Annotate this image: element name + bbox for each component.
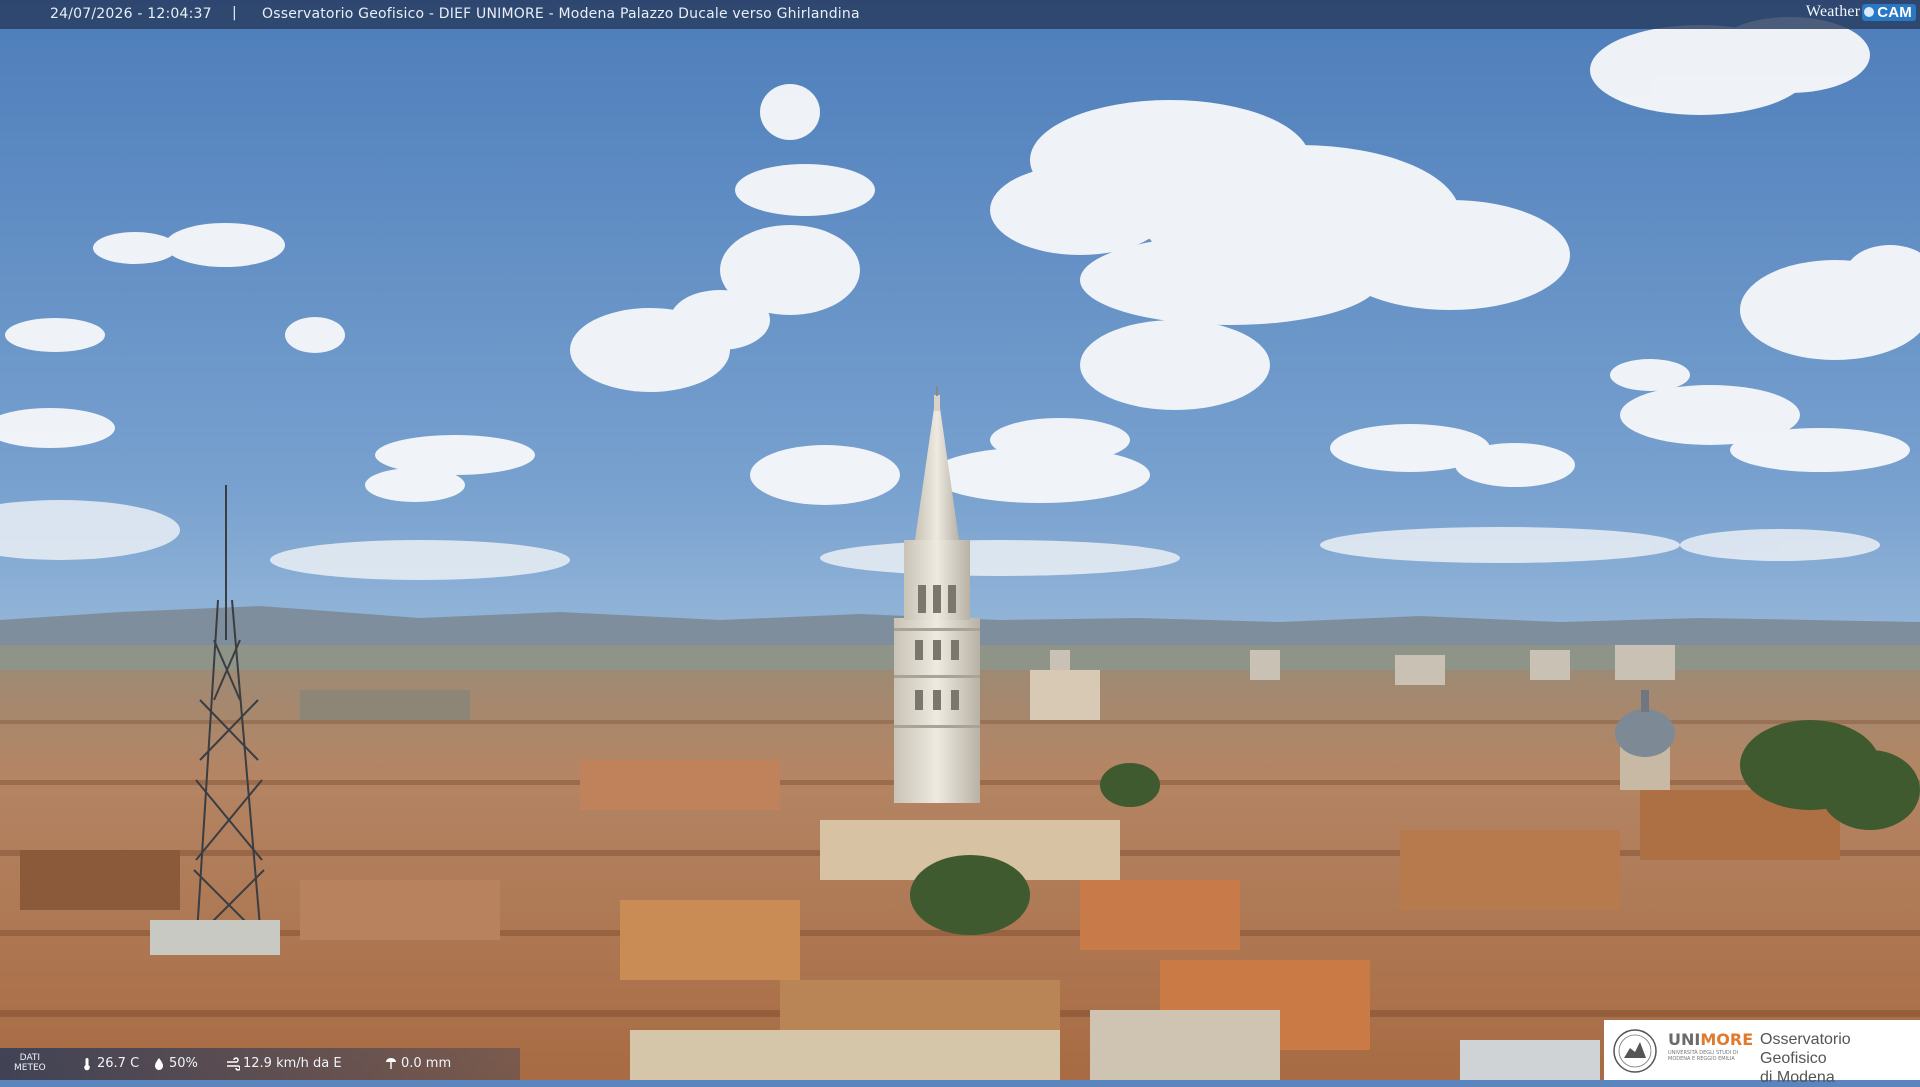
observatory-name-line2: di Modena	[1760, 1069, 1835, 1086]
observatory-name-line1: Osservatorio Geofisico	[1760, 1031, 1851, 1067]
observatory-name: Osservatorio Geofisico di Modena	[1760, 1030, 1920, 1087]
datetime-text: 24/07/2026 - 12:04:37	[50, 6, 212, 22]
unimore-more-text: MORE	[1700, 1030, 1754, 1049]
header-bar: 24/07/2026 - 12:04:37 | Osservatorio Geo…	[0, 0, 1920, 29]
unimore-logo-panel: UNIMORE Università degli studi di Modena…	[1604, 1020, 1920, 1086]
rain-value: 0.0 mm	[401, 1056, 452, 1071]
webcam-scene	[0, 0, 1920, 1080]
meteo-humidity: 50%	[152, 1056, 198, 1071]
droplet-icon	[155, 1057, 163, 1070]
meteo-label: DATI METEO	[14, 1053, 46, 1073]
wind-value: 12.9 km/h da E	[243, 1056, 342, 1071]
antenna-base	[150, 920, 280, 955]
header-separator: |	[232, 5, 237, 21]
camera-title: Osservatorio Geofisico - DIEF UNIMORE - …	[262, 6, 860, 22]
thermometer-icon	[84, 1057, 90, 1070]
unimore-subtitle: Università degli studi di Modena e Reggi…	[1668, 1050, 1739, 1062]
meteo-temperature: 26.7 C	[80, 1056, 139, 1071]
meteo-wind: 12.9 km/h da E	[226, 1056, 342, 1071]
unimore-uni-text: UNI	[1668, 1030, 1701, 1049]
meteo-label-line1: DATI	[19, 1053, 41, 1063]
meteo-label-line2: METEO	[14, 1063, 46, 1073]
meteo-rain: 0.0 mm	[384, 1056, 451, 1071]
university-seal-icon	[1613, 1029, 1657, 1073]
wind-icon	[227, 1056, 240, 1071]
unimore-wordmark: UNIMORE	[1668, 1030, 1753, 1049]
rain-gauge-icon	[386, 1057, 396, 1069]
meteo-bar: DATI METEO 26.7 C 50% 12.9 km/h da E 0.0…	[0, 1048, 520, 1080]
weathercam-logo: Weather CAM	[1806, 3, 1916, 21]
humidity-value: 50%	[169, 1056, 198, 1071]
camera-lens-icon	[1864, 7, 1875, 17]
temperature-value: 26.7 C	[97, 1056, 140, 1071]
weathercam-cam-badge: CAM	[1862, 3, 1916, 21]
weathercam-weather-text: Weather	[1805, 3, 1861, 20]
weathercam-cam-text: CAM	[1877, 3, 1912, 21]
